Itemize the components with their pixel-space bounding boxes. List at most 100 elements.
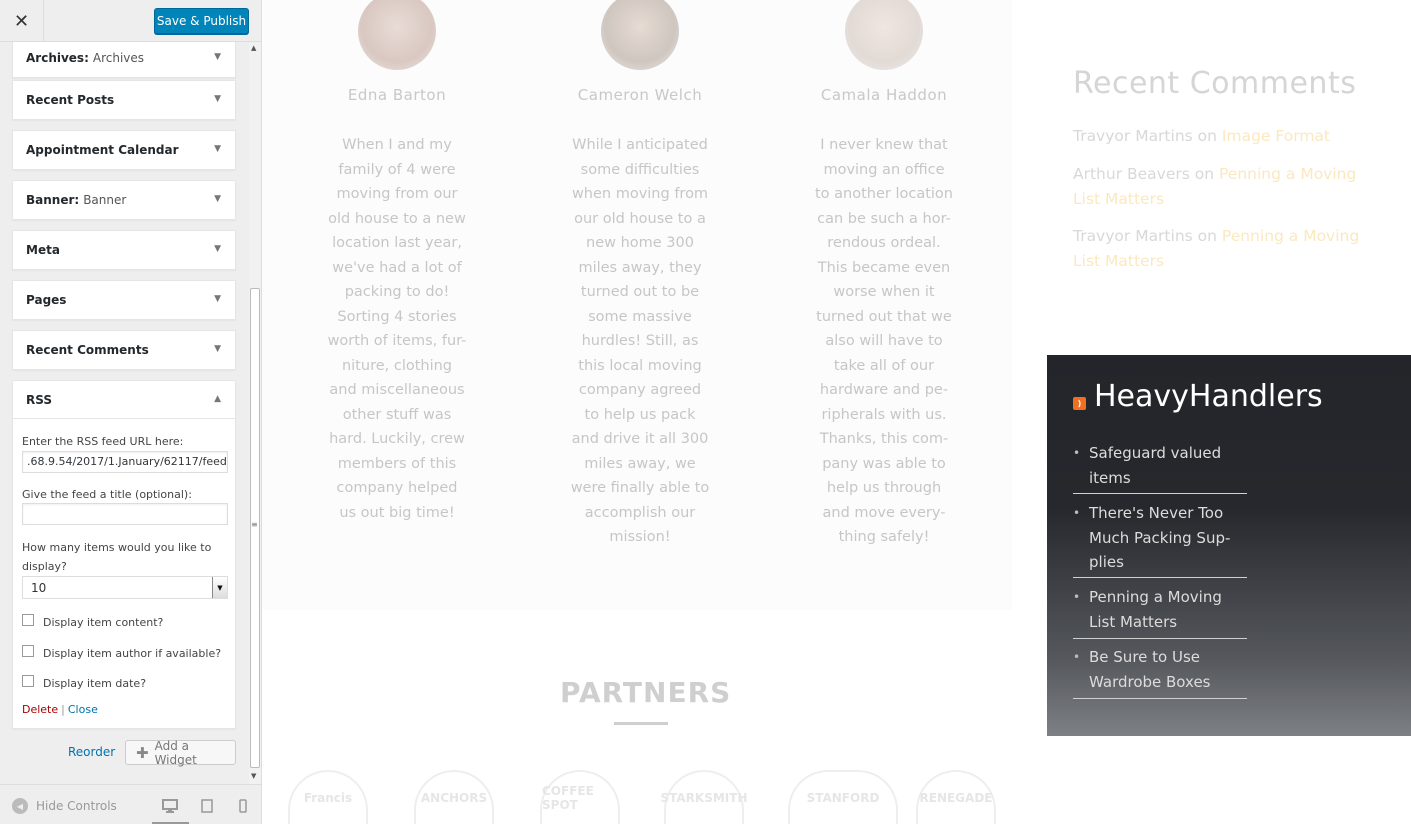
comment-post-link[interactable]: Image Format — [1222, 127, 1330, 145]
partner-logo[interactable]: COFFEE SPOT — [540, 770, 620, 824]
tablet-preview-icon[interactable] — [197, 797, 217, 815]
chevron-down-icon[interactable]: ▼ — [214, 144, 221, 154]
add-widget-button[interactable]: ✚ Add a Widget — [125, 739, 236, 767]
sidebar-footer: ◀ Hide Controls — [0, 784, 261, 824]
display-date-checkbox-row[interactable]: Display item date? — [22, 674, 147, 690]
widget-banner[interactable]: Banner: Banner ▼ — [12, 180, 236, 220]
testimonial-line: This became even — [817, 259, 951, 276]
rss-icon[interactable]: ) — [1073, 397, 1086, 410]
items-count-label: How many items would you like to display… — [22, 541, 212, 573]
chevron-down-icon[interactable]: ▼ — [214, 94, 221, 104]
partner-logo[interactable]: RENEGADE — [916, 770, 996, 824]
testimonial-text: While I anticipated some difficulties when… — [555, 133, 725, 550]
widget-meta[interactable]: Meta ▼ — [12, 230, 236, 270]
feed-item[interactable]: • Safeguard valued items — [1073, 441, 1247, 494]
widget-appointment-calendar[interactable]: Appointment Calendar ▼ — [12, 130, 236, 170]
widget-recent-comments[interactable]: Recent Comments ▼ — [12, 330, 236, 370]
testimonial-line: moving an office — [823, 161, 945, 178]
testimonial-line: take all of our — [833, 357, 935, 374]
testimonial-line: members of this — [337, 455, 457, 472]
comment-author: Travyor Martins — [1073, 127, 1193, 145]
feed-item[interactable]: • There's Never Too Much Packing Sup- pl… — [1073, 501, 1247, 578]
feed-item-link[interactable]: Safeguard valued items — [1089, 444, 1221, 487]
widget-title: Banner: — [26, 193, 80, 207]
testimonial-line: when moving from — [571, 186, 709, 202]
widget-pages[interactable]: Pages ▼ — [12, 280, 236, 320]
items-count-select[interactable]: 10 ▼ — [22, 576, 228, 599]
rss-url-input[interactable]: .68.9.54/2017/1.January/62117/feed — [22, 451, 228, 473]
partner-logo[interactable]: ANCHORS — [414, 770, 494, 824]
comment-item: Travyor Martins on Image Format — [1073, 124, 1383, 149]
hide-controls-button[interactable]: ◀ Hide Controls — [12, 798, 117, 814]
partner-logo[interactable]: Francis — [288, 770, 368, 824]
close-icon[interactable]: ✕ — [0, 0, 44, 42]
widget-rss-header[interactable]: RSS ▲ — [13, 381, 235, 419]
chevron-down-icon[interactable]: ▼ — [214, 52, 221, 62]
testimonial-line: and drive it all 300 — [571, 431, 709, 447]
testimonial-line: hurdles! Still, as — [581, 333, 699, 349]
testimonial-line: old house to a new — [328, 210, 466, 227]
testimonial-name: Cameron Welch — [577, 86, 703, 104]
hide-controls-label: Hide Controls — [36, 799, 117, 813]
scroll-up-icon[interactable]: ▲ — [251, 44, 256, 52]
recent-comments-heading: Recent Comments — [1073, 66, 1357, 101]
testimonial-line: company helped — [336, 480, 458, 496]
testimonial-line: our old house to a — [574, 210, 706, 227]
testimonial-line: to help us pack — [584, 406, 696, 423]
customizer-sidebar: ✕ Save & Publish Archives: Archives ▼ Rece… — [0, 0, 262, 824]
display-content-checkbox-row[interactable]: Display item content? — [22, 613, 163, 629]
comment-author: Travyor Martins — [1073, 227, 1193, 245]
testimonial-line: thing safely! — [838, 529, 930, 545]
comment-on: on — [1197, 127, 1217, 145]
desktop-preview-icon[interactable] — [160, 797, 180, 815]
close-link[interactable]: Close — [68, 703, 98, 716]
testimonial-line: hardware and pe- — [819, 382, 949, 398]
sidebar-scrollbar[interactable]: ▲ ≡ ▼ — [249, 42, 261, 784]
chevron-down-icon[interactable]: ▼ — [214, 344, 221, 354]
grip-icon: ≡ — [251, 520, 258, 529]
display-content-checkbox[interactable] — [22, 613, 34, 626]
chevron-down-icon[interactable]: ▼ — [214, 194, 221, 204]
display-author-checkbox-row[interactable]: Display item author if available? — [22, 644, 222, 660]
widget-title: Recent Posts — [26, 93, 115, 107]
widget-archives[interactable]: Archives: Archives ▼ — [12, 42, 236, 78]
testimonial-line: When I and my — [342, 137, 452, 153]
testimonial-line: and miscellaneous — [329, 382, 465, 398]
display-date-checkbox[interactable] — [22, 674, 34, 687]
comment-author: Arthur Beavers — [1073, 165, 1190, 183]
testimonial-line: miles away, they — [578, 259, 702, 276]
chevron-down-icon[interactable]: ▼ — [214, 294, 221, 304]
checkbox-label: Display item date? — [43, 677, 147, 690]
feed-item[interactable]: • Penning a Moving List Matters — [1073, 585, 1247, 639]
chevron-up-icon[interactable]: ▲ — [214, 394, 221, 404]
testimonial-line: mission! — [609, 529, 671, 545]
heading-divider — [614, 722, 668, 725]
partner-logo[interactable]: STARKSMITH — [661, 770, 748, 824]
save-publish-button[interactable]: Save & Publish — [154, 8, 249, 34]
feed-item-link[interactable]: Penning a Moving List Matters — [1089, 588, 1222, 631]
scroll-down-icon[interactable]: ▼ — [251, 772, 256, 780]
widget-title: Recent Comments — [26, 343, 149, 357]
partner-logo[interactable]: STANFORD — [788, 770, 898, 824]
chevron-down-icon[interactable]: ▼ — [214, 244, 221, 254]
rss-feed-title[interactable]: HeavyHandlers — [1094, 379, 1323, 414]
testimonial-line: other stuff was — [342, 406, 452, 423]
feed-item[interactable]: • Be Sure to Use Wardrobe Boxes — [1073, 645, 1247, 699]
testimonial-line: and move every- — [822, 504, 946, 521]
feed-item-link[interactable]: There's Never Too Much Packing Sup- plie… — [1089, 504, 1230, 571]
feed-title-input[interactable] — [22, 503, 228, 525]
mobile-preview-icon[interactable] — [233, 797, 253, 815]
sidebar-header: ✕ Save & Publish — [0, 0, 261, 42]
display-author-checkbox[interactable] — [22, 644, 34, 657]
comment-on: on — [1194, 165, 1215, 183]
dropdown-arrow-icon[interactable]: ▼ — [212, 577, 227, 598]
testimonial-line: were finally able to — [570, 480, 710, 496]
checkbox-label: Display item author if available? — [43, 647, 222, 660]
testimonial-line: hard. Luckily, crew — [329, 431, 465, 447]
testimonial-line: ripherals with us. — [821, 406, 947, 423]
delete-link[interactable]: Delete — [22, 703, 58, 716]
reorder-link[interactable]: Reorder — [68, 745, 115, 759]
feed-item-link[interactable]: Be Sure to Use Wardrobe Boxes — [1089, 648, 1211, 691]
testimonial-line: company agreed — [578, 382, 702, 398]
widget-recent-posts[interactable]: Recent Posts ▼ — [12, 80, 236, 120]
